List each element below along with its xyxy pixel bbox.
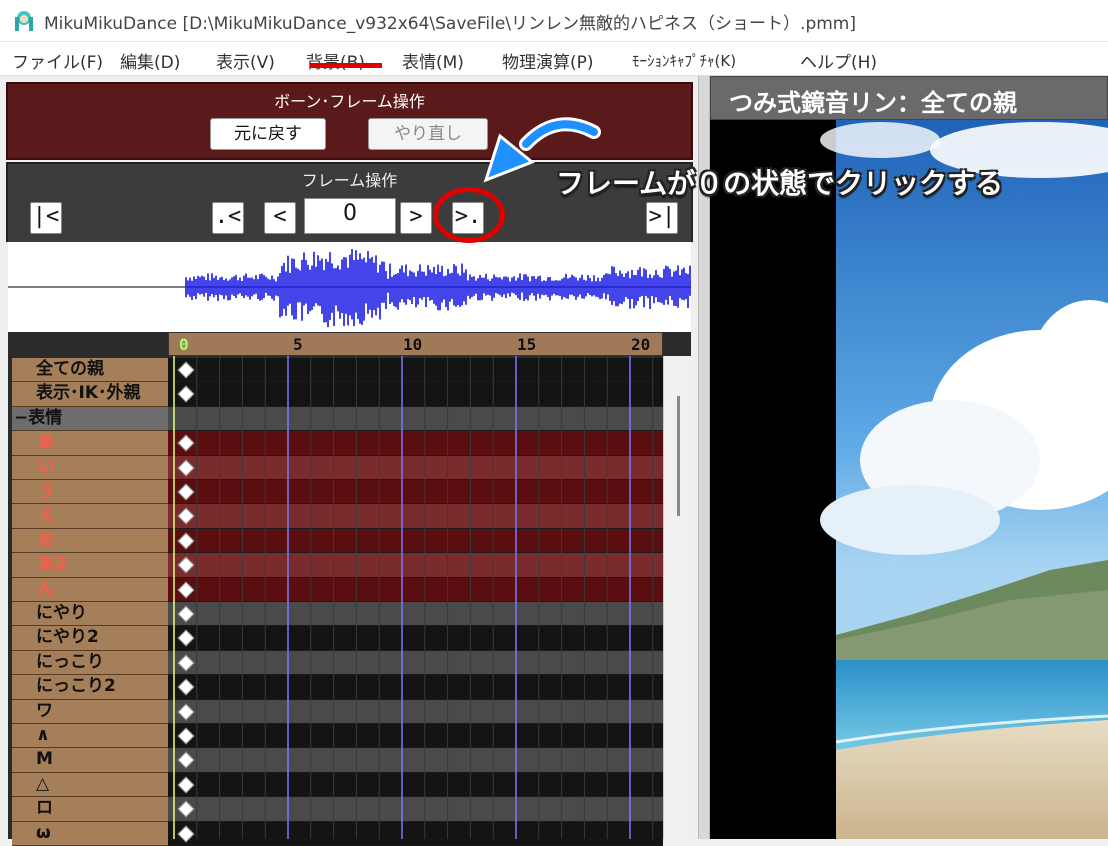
beach-scene xyxy=(710,120,1108,839)
timeline-row[interactable]: −表情 xyxy=(8,406,663,432)
timeline-row[interactable]: い xyxy=(8,455,663,480)
prev-keyframe-button[interactable]: .< xyxy=(212,202,244,234)
timeline-row[interactable]: 表示･IK･外親 xyxy=(8,382,663,407)
next-frame-button[interactable]: > xyxy=(400,202,432,234)
timeline-row[interactable]: 全ての親 xyxy=(8,358,663,383)
timeline-row[interactable]: え xyxy=(8,504,663,529)
tick-label: 20 xyxy=(631,335,651,354)
row-label[interactable]: え xyxy=(12,504,168,529)
undo-button[interactable]: 元に戻す xyxy=(210,118,326,150)
row-label[interactable]: にやり xyxy=(12,602,168,627)
row-track[interactable] xyxy=(168,724,663,749)
timeline[interactable]: 0 5 10 15 20 全ての親 表示･IK･外親 −表情あいうえおあ2 んにやりに… xyxy=(8,332,691,846)
row-track[interactable] xyxy=(168,504,663,529)
tick-label: 0 xyxy=(179,335,189,354)
prev-frame-button[interactable]: < xyxy=(264,202,296,234)
frame-ruler[interactable]: 0 5 10 15 20 xyxy=(168,332,663,356)
row-label[interactable]: △ xyxy=(12,772,168,798)
row-label[interactable]: にっこり xyxy=(12,650,168,676)
app-icon xyxy=(15,11,33,31)
menu-view[interactable]: 表示(V) xyxy=(216,48,275,73)
menu-physics[interactable]: 物理演算(P) xyxy=(502,48,594,73)
row-track[interactable] xyxy=(168,480,663,505)
row-track[interactable] xyxy=(168,553,663,578)
row-label[interactable]: あ2 xyxy=(12,553,168,578)
3d-viewport[interactable] xyxy=(710,120,1108,839)
scrollbar-thumb[interactable] xyxy=(677,396,680,516)
row-track[interactable] xyxy=(168,797,663,822)
menu-motion-capture[interactable]: ﾓｰｼｮﾝｷｬﾌﾟﾁｬ(K) xyxy=(632,50,736,71)
row-label[interactable]: にやり2 xyxy=(12,626,168,651)
row-track[interactable] xyxy=(168,577,663,602)
timeline-row[interactable]: お xyxy=(8,528,663,554)
row-track[interactable] xyxy=(168,675,663,700)
row-track[interactable] xyxy=(168,650,663,676)
timeline-row[interactable]: △ xyxy=(8,772,663,798)
viewport-header: つみ式鏡音リン：全ての親 xyxy=(710,76,1108,120)
tick-label: 15 xyxy=(517,335,537,354)
menu-edit[interactable]: 編集(D) xyxy=(120,48,180,73)
row-label[interactable]: あ xyxy=(12,431,168,456)
window-title: MikuMikuDance [D:\MikuMikuDance_v932x64\… xyxy=(44,14,856,34)
row-label[interactable]: ロ xyxy=(12,797,168,822)
row-label[interactable]: ∧ xyxy=(12,724,168,749)
frame-number-input[interactable]: 0 xyxy=(304,198,396,234)
timeline-scrollbar[interactable] xyxy=(663,356,691,839)
first-frame-button[interactable]: |< xyxy=(30,202,62,234)
row-track[interactable] xyxy=(168,602,663,627)
row-label[interactable]: ん xyxy=(12,577,168,602)
audio-waveform xyxy=(8,242,691,332)
timeline-row[interactable]: ワ xyxy=(8,699,663,724)
row-track[interactable] xyxy=(168,358,663,383)
row-label[interactable]: M xyxy=(12,748,168,773)
row-track[interactable] xyxy=(168,699,663,724)
timeline-row[interactable]: ロ xyxy=(8,797,663,822)
row-label[interactable]: お xyxy=(12,528,168,554)
timeline-row[interactable]: にやり2 xyxy=(8,626,663,651)
row-track[interactable] xyxy=(168,455,663,480)
menu-bar: ファイル(F) 編集(D) 表示(V) 背景(B) 表情(M) 物理演算(P) … xyxy=(0,42,1108,76)
menu-help[interactable]: ヘルプ(H) xyxy=(800,48,877,73)
annotation-text: フレームが０の状態でクリックする xyxy=(556,167,1004,200)
row-track[interactable] xyxy=(168,748,663,773)
row-label[interactable]: い xyxy=(12,455,168,480)
menu-morph[interactable]: 表情(M) xyxy=(402,48,464,73)
row-track[interactable] xyxy=(168,528,663,554)
last-frame-button[interactable]: >| xyxy=(646,202,678,234)
row-label[interactable]: 全ての親 xyxy=(12,358,168,383)
timeline-row[interactable]: M xyxy=(8,748,663,773)
timeline-row[interactable]: にっこり xyxy=(8,650,663,676)
timeline-row[interactable]: ∧ xyxy=(8,724,663,749)
timeline-row[interactable]: あ2 xyxy=(8,553,663,578)
tick-label: 5 xyxy=(293,335,303,354)
title-bar: MikuMikuDance [D:\MikuMikuDance_v932x64\… xyxy=(0,0,1108,42)
row-track[interactable] xyxy=(168,382,663,407)
row-track[interactable] xyxy=(168,406,663,432)
timeline-row[interactable]: にっこり2 xyxy=(8,675,663,700)
menu-file[interactable]: ファイル(F) xyxy=(12,48,103,73)
row-track[interactable] xyxy=(168,821,663,846)
row-label[interactable]: −表情 xyxy=(12,406,168,432)
timeline-row[interactable]: ω xyxy=(8,821,663,846)
annotation-highlight-circle xyxy=(433,187,505,243)
row-label[interactable]: にっこり2 xyxy=(12,675,168,700)
row-label[interactable]: ワ xyxy=(12,699,168,724)
frame-input-highlight xyxy=(310,63,382,68)
timeline-row[interactable]: にやり xyxy=(8,602,663,627)
selected-bone-title: つみ式鏡音リン：全ての親 xyxy=(729,89,1017,117)
menu-background[interactable]: 背景(B) xyxy=(306,48,365,73)
row-track[interactable] xyxy=(168,431,663,456)
row-label[interactable]: ω xyxy=(12,821,168,846)
row-label[interactable]: う xyxy=(12,480,168,505)
timeline-row[interactable]: ん xyxy=(8,577,663,602)
timeline-row[interactable]: う xyxy=(8,480,663,505)
timeline-row[interactable]: あ xyxy=(8,431,663,456)
row-track[interactable] xyxy=(168,772,663,798)
row-track[interactable] xyxy=(168,626,663,651)
tick-label: 10 xyxy=(403,335,423,354)
row-label[interactable]: 表示･IK･外親 xyxy=(12,382,168,407)
